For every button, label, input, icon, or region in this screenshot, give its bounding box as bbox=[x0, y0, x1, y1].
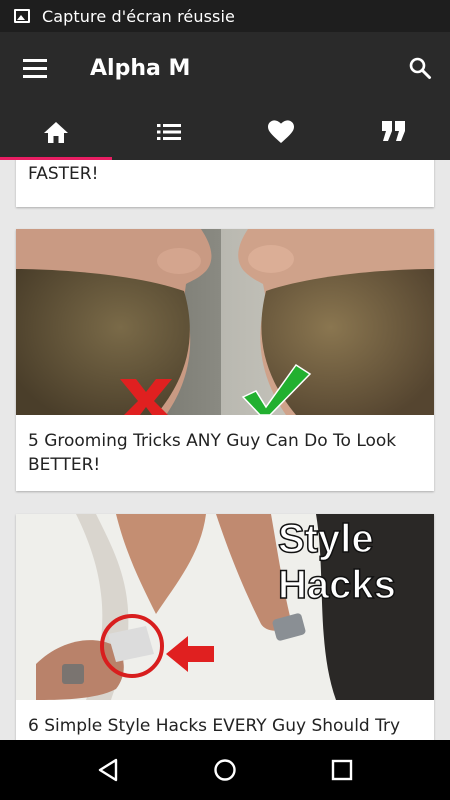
image-icon bbox=[14, 9, 30, 23]
tab-favorites[interactable] bbox=[225, 104, 338, 160]
back-button[interactable] bbox=[78, 740, 138, 800]
tab-bar bbox=[0, 104, 450, 160]
search-button[interactable] bbox=[390, 32, 450, 104]
video-title[interactable]: 6 Simple Style Hacks EVERY Guy Should Tr… bbox=[16, 700, 434, 738]
home-circle-icon bbox=[214, 759, 236, 781]
video-thumbnail[interactable] bbox=[16, 229, 434, 415]
video-thumbnail[interactable]: Style Hacks bbox=[16, 514, 434, 700]
recents-icon bbox=[331, 759, 352, 781]
tab-list[interactable] bbox=[113, 104, 226, 160]
app-title: Alpha M bbox=[90, 55, 191, 81]
video-card[interactable]: 6 Pack HACKS To Get Your ABS To Show FAS… bbox=[16, 160, 434, 207]
list-icon bbox=[156, 124, 181, 140]
video-title[interactable]: 5 Grooming Tricks ANY Guy Can Do To Look… bbox=[16, 415, 434, 477]
video-title-partial: 6 Pack HACKS To Get Your ABS To Show FAS… bbox=[28, 164, 99, 184]
home-nav-button[interactable] bbox=[195, 740, 255, 800]
video-card[interactable]: 5 Grooming Tricks ANY Guy Can Do To Look… bbox=[16, 229, 434, 491]
recents-button[interactable] bbox=[312, 740, 372, 800]
status-notification-text: Capture d'écran réussie bbox=[42, 6, 235, 26]
app-bar: Alpha M bbox=[0, 32, 450, 104]
tab-quotes[interactable] bbox=[338, 104, 450, 160]
heart-icon bbox=[268, 120, 295, 143]
search-icon bbox=[409, 57, 431, 79]
menu-button[interactable] bbox=[0, 32, 70, 104]
status-bar: Capture d'écran réussie bbox=[0, 0, 450, 32]
home-icon bbox=[44, 122, 69, 143]
thumbnail-text-style: Style bbox=[278, 517, 374, 561]
quote-icon bbox=[381, 121, 405, 141]
system-nav-bar bbox=[0, 740, 450, 800]
video-list[interactable]: 6 Pack HACKS To Get Your ABS To Show FAS… bbox=[0, 160, 450, 740]
back-icon bbox=[99, 758, 118, 782]
tab-home[interactable] bbox=[0, 104, 113, 160]
thumbnail-text-hacks: Hacks bbox=[278, 563, 396, 607]
video-card[interactable]: Style Hacks 6 Simple Style Hacks EVERY G… bbox=[16, 514, 434, 740]
menu-icon bbox=[23, 56, 47, 80]
